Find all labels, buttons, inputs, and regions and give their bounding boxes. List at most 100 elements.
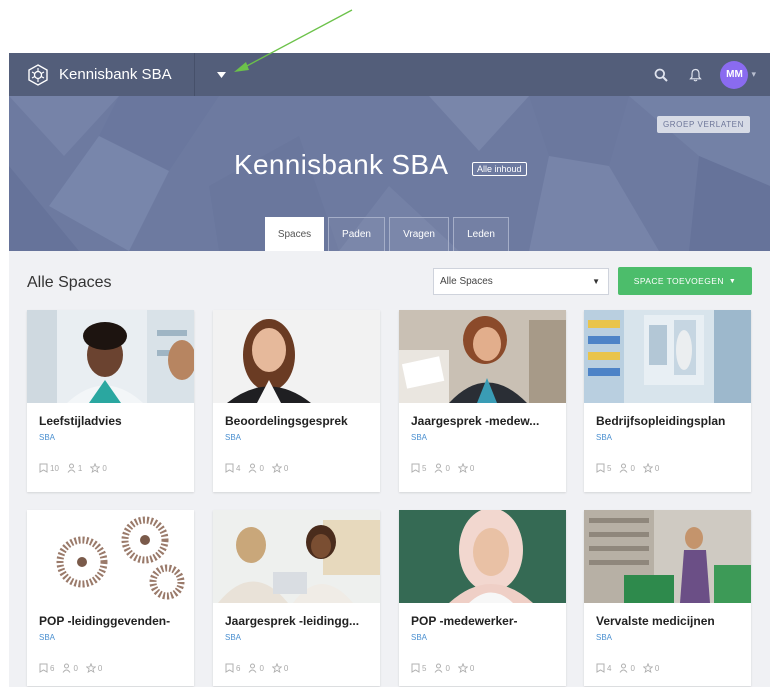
stars-count[interactable]: 0	[457, 463, 475, 473]
stars-count[interactable]: 0	[85, 663, 102, 673]
space-title[interactable]: Leefstijladvies	[39, 414, 122, 428]
stars-count-value: 0	[283, 663, 289, 673]
pages-count: 4	[225, 463, 240, 473]
space-title[interactable]: POP -medewerker-	[411, 614, 518, 628]
tab-leden[interactable]: Leden	[453, 217, 509, 251]
space-card[interactable]: Leefstijladvies SBA 10 1 0	[27, 310, 194, 492]
chevron-down-icon: ▼	[592, 277, 600, 286]
notifications-button[interactable]	[685, 65, 705, 85]
space-thumbnail[interactable]	[27, 310, 194, 403]
members-count: 0	[434, 663, 450, 673]
space-stats: 4 0 0	[596, 663, 667, 673]
pages-count-value: 6	[50, 663, 55, 673]
space-card[interactable]: Bedrijfsopleidingsplan SBA 5 0 0	[584, 310, 751, 492]
space-group-link[interactable]: SBA	[411, 633, 427, 642]
avatar-chevron-icon[interactable]: ▾	[751, 69, 756, 80]
space-group-link[interactable]: SBA	[225, 633, 241, 642]
space-group-link[interactable]: SBA	[411, 433, 427, 442]
pages-count: 6	[225, 663, 240, 673]
space-card[interactable]: Jaargesprek -medew... SBA 5 0 0	[399, 310, 566, 492]
space-title[interactable]: Jaargesprek -leidingg...	[225, 614, 359, 628]
space-group-link[interactable]: SBA	[596, 633, 612, 642]
star-icon	[457, 663, 468, 673]
stars-count[interactable]: 0	[642, 463, 659, 473]
pages-count: 4	[596, 663, 611, 673]
user-avatar[interactable]: MM	[720, 60, 749, 89]
stars-count[interactable]: 0	[90, 463, 107, 473]
star-icon	[271, 463, 282, 473]
members-count-value: 1	[77, 463, 83, 473]
user-icon	[63, 663, 71, 673]
space-group-link[interactable]: SBA	[39, 633, 55, 642]
space-thumbnail[interactable]	[213, 510, 380, 603]
section-title: Alle Spaces	[27, 274, 112, 291]
space-group-link[interactable]: SBA	[596, 433, 612, 442]
space-stats: 5 0 0	[411, 663, 482, 673]
chevron-down-icon: ▼	[728, 277, 737, 285]
search-button[interactable]	[651, 65, 671, 85]
bookmark-icon	[411, 663, 420, 673]
brand[interactable]: Kennisbank SBA	[9, 53, 195, 96]
spaces-filter-select[interactable]: Alle Spaces ▼	[433, 268, 609, 295]
space-stats: 4 0 0	[225, 463, 296, 473]
space-card[interactable]: Jaargesprek -leidingg... SBA 6 0 0	[213, 510, 380, 686]
space-title[interactable]: Jaargesprek -medew...	[411, 414, 539, 428]
pages-count: 5	[411, 663, 426, 673]
space-group-link[interactable]: SBA	[225, 433, 241, 442]
tab-vragen[interactable]: Vragen	[389, 217, 449, 251]
space-thumbnail[interactable]	[213, 310, 380, 403]
space-card[interactable]: POP -leidinggevenden- SBA 6 0 0	[27, 510, 194, 686]
space-stats: 6 0 0	[39, 663, 110, 673]
stars-count[interactable]: 0	[271, 463, 289, 473]
bookmark-icon	[596, 463, 605, 473]
space-title[interactable]: POP -leidinggevenden-	[39, 614, 170, 628]
bell-icon	[689, 68, 702, 81]
space-thumbnail[interactable]	[399, 310, 566, 403]
tab-spaces[interactable]: Spaces	[265, 217, 324, 251]
star-icon	[271, 663, 282, 673]
add-space-button[interactable]: SPACE TOEVOEGEN ▼	[618, 267, 752, 295]
star-icon	[90, 463, 101, 473]
members-count-value: 0	[445, 663, 450, 673]
space-thumbnail[interactable]	[584, 510, 751, 603]
space-title[interactable]: Vervalste medicijnen	[596, 614, 715, 628]
stars-count-value: 0	[283, 463, 289, 473]
visibility-badge: Alle inhoud	[472, 162, 527, 176]
stars-count-value: 0	[469, 463, 475, 473]
bookmark-icon	[411, 463, 420, 473]
user-icon	[249, 463, 257, 473]
pages-count: 5	[411, 463, 426, 473]
stars-count[interactable]: 0	[271, 663, 289, 673]
pages-count-value: 6	[236, 663, 241, 673]
star-icon	[642, 463, 653, 473]
space-thumbnail[interactable]	[399, 510, 566, 603]
space-card[interactable]: Vervalste medicijnen SBA 4 0 0	[584, 510, 751, 686]
pages-count-value: 10	[50, 463, 59, 473]
space-title[interactable]: Beoordelingsgesprek	[225, 414, 348, 428]
stars-count[interactable]: 0	[642, 663, 660, 673]
brand-name: Kennisbank SBA	[59, 66, 172, 83]
tab-paden[interactable]: Paden	[328, 217, 385, 251]
space-stats: 5 0 0	[411, 463, 482, 473]
stars-count-value: 0	[654, 663, 660, 673]
star-icon	[85, 663, 96, 673]
star-icon	[457, 463, 468, 473]
space-card[interactable]: Beoordelingsgesprek SBA 4 0 0	[213, 310, 380, 492]
pages-count-value: 5	[422, 463, 427, 473]
members-count-value: 0	[630, 463, 635, 473]
space-stats: 10 1 0	[39, 463, 115, 473]
group-hero: GROEP VERLATEN Kennisbank SBA Alle inhou…	[9, 96, 770, 251]
space-thumbnail[interactable]	[584, 310, 751, 403]
space-thumbnail[interactable]	[27, 510, 194, 603]
user-icon	[620, 663, 628, 673]
leave-group-button[interactable]: GROEP VERLATEN	[656, 116, 750, 133]
space-title[interactable]: Bedrijfsopleidingsplan	[596, 414, 725, 428]
group-dropdown-button[interactable]	[201, 53, 241, 96]
space-group-link[interactable]: SBA	[39, 433, 55, 442]
members-count: 0	[619, 463, 635, 473]
members-count-value: 0	[630, 663, 635, 673]
stars-count[interactable]: 0	[457, 663, 474, 673]
filter-value: Alle Spaces	[440, 276, 493, 287]
space-card[interactable]: POP -medewerker- SBA 5 0 0	[399, 510, 566, 686]
members-count-value: 0	[445, 463, 450, 473]
